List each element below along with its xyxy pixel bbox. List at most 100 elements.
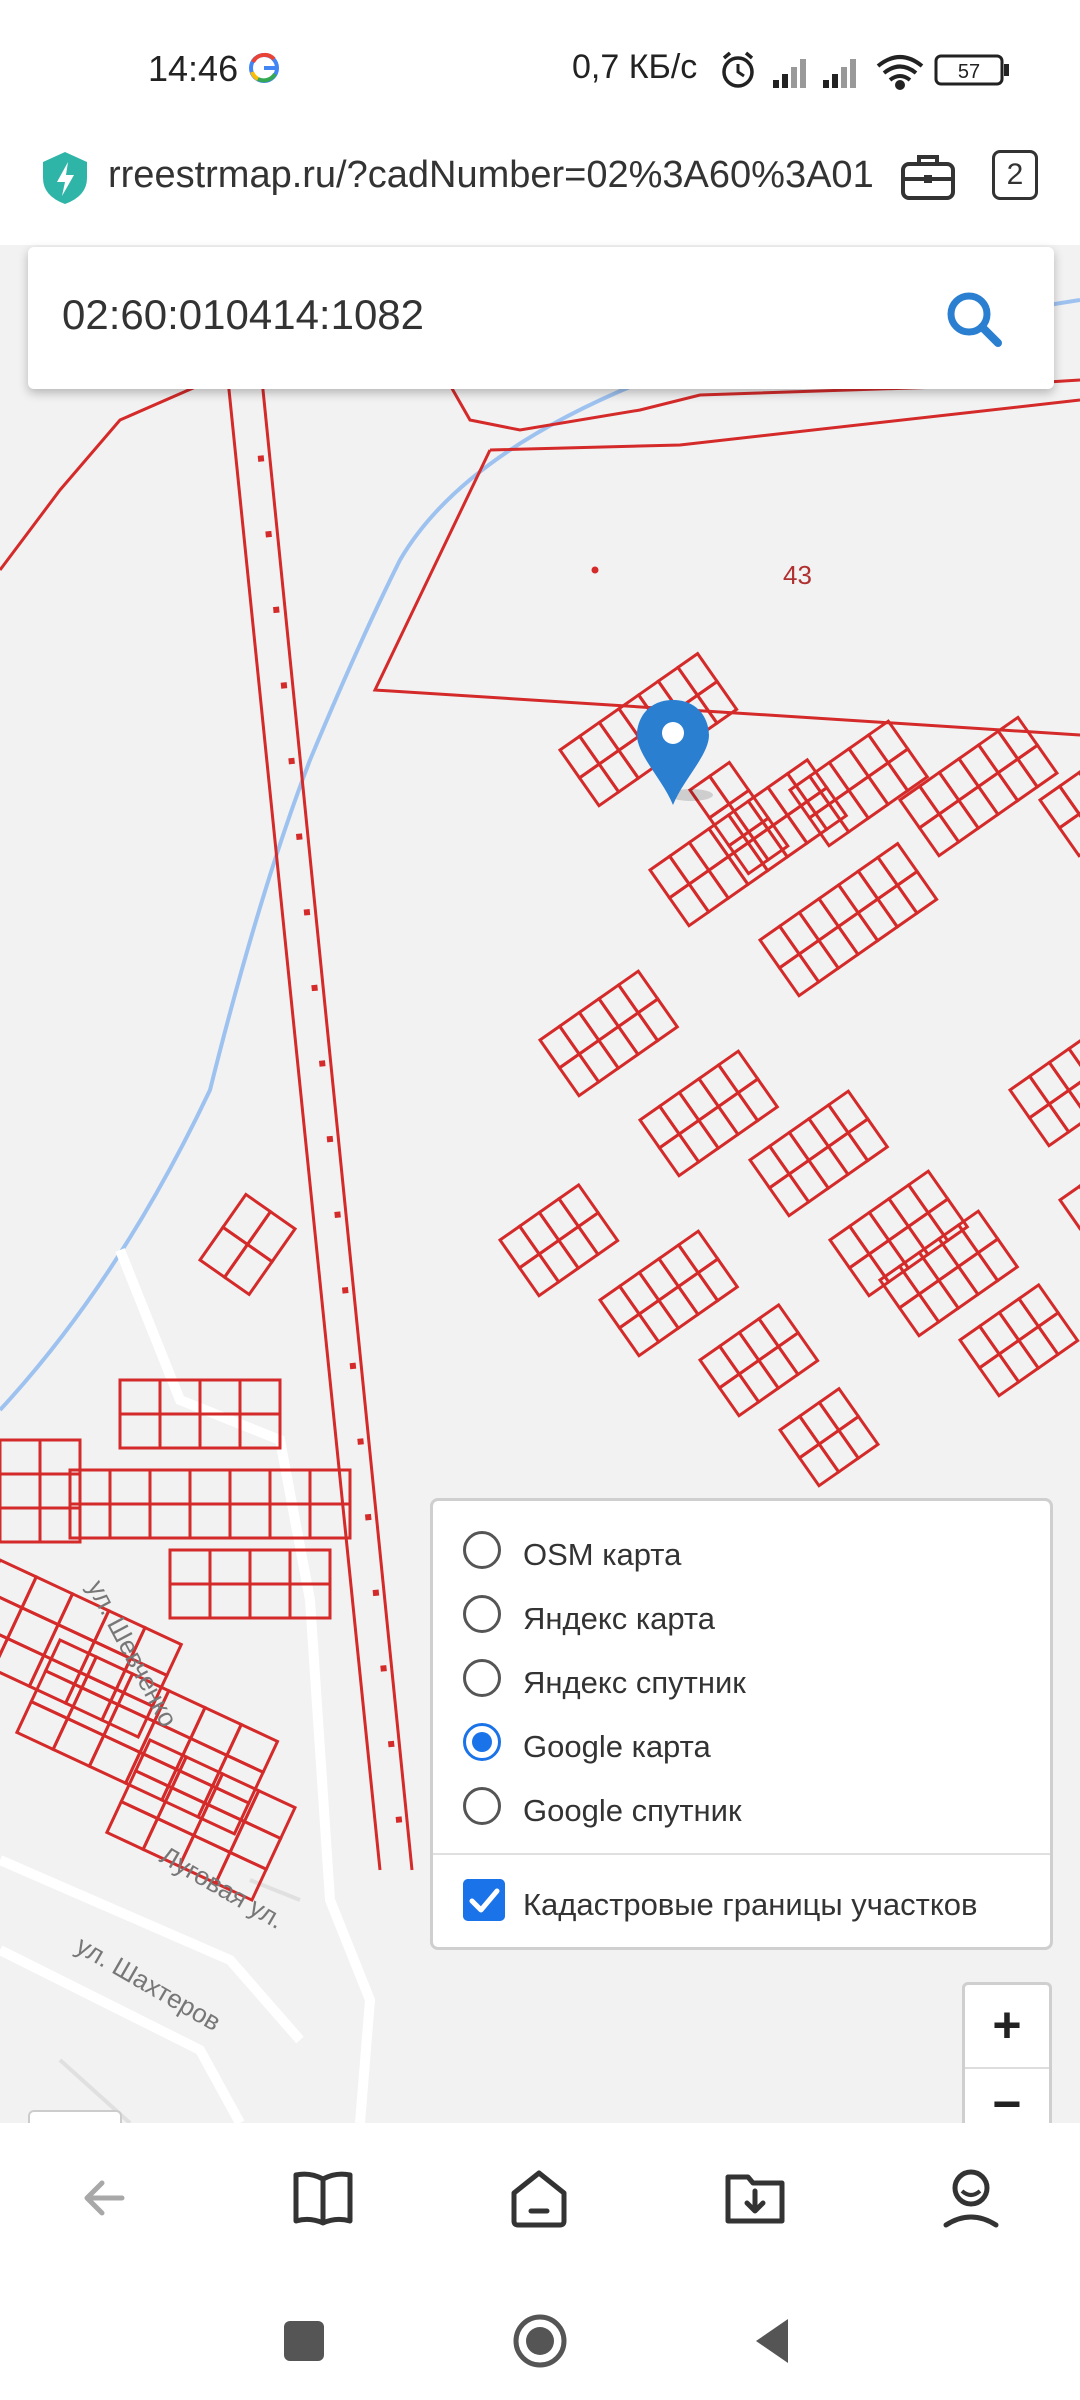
parcel-cell	[208, 1548, 252, 1586]
parcel-block	[1057, 1170, 1080, 1258]
briefcase-icon[interactable]	[900, 152, 956, 202]
system-nav-bar	[0, 2273, 1080, 2400]
parcel-cell	[0, 1438, 42, 1476]
parcel-cell	[228, 1468, 272, 1506]
parcel-cell	[675, 651, 720, 698]
parcel-cell	[996, 715, 1040, 762]
recents-icon[interactable]	[274, 2311, 334, 2371]
downloads-icon[interactable]	[720, 2163, 790, 2233]
back-triangle-icon[interactable]	[744, 2311, 804, 2371]
parcel-cell	[108, 1468, 152, 1506]
parcel-block	[537, 969, 680, 1098]
parcel-cell	[0, 1506, 42, 1544]
radio-google-satellite[interactable]	[463, 1787, 501, 1825]
browser-toolbar	[0, 2123, 1080, 2273]
radio-osm[interactable]	[463, 1531, 501, 1569]
parcel-cell	[1047, 1088, 1080, 1135]
url-text[interactable]: rreestrmap.ru/?cadNumber=02%3A60%3A01	[108, 154, 874, 197]
parcel-cell	[308, 1468, 352, 1506]
parcel-cell	[63, 1670, 119, 1723]
parcel-cell	[188, 1705, 244, 1758]
cadastral-checkbox-label[interactable]: Кадастровые границы участков	[523, 1887, 978, 1923]
book-icon[interactable]	[288, 2163, 358, 2233]
search-input[interactable]: 02:60:010414:1082	[62, 291, 424, 339]
parcel-cell	[836, 1414, 881, 1461]
layer-label-google-map: Google карта	[523, 1729, 711, 1764]
parcel-block	[787, 719, 930, 848]
parcel-cell	[148, 1468, 192, 1506]
profile-icon[interactable]	[936, 2163, 1006, 2233]
home-icon[interactable]	[504, 2163, 574, 2233]
home-circle-icon[interactable]	[510, 2311, 570, 2371]
search-icon[interactable]	[944, 289, 1004, 349]
parcel-block	[687, 760, 790, 876]
parcel-cell	[976, 1236, 1020, 1283]
parcel-cell	[248, 1582, 292, 1620]
shield-icon[interactable]	[40, 150, 90, 206]
parcel-cell	[188, 1502, 232, 1540]
parcel-block	[697, 1302, 820, 1418]
battery-icon: 57	[934, 54, 1009, 86]
layer-option-google-satellite[interactable]: Google спутник	[463, 1787, 1043, 1837]
google-icon	[249, 52, 279, 83]
road	[0, 1855, 304, 2044]
address-bar[interactable]: rreestrmap.ru/?cadNumber=02%3A60%3A01 2	[0, 130, 1080, 245]
parcel-cell	[1057, 811, 1080, 858]
parcel-block	[497, 1182, 620, 1298]
parcel-cell	[556, 1182, 601, 1229]
parcel-block	[757, 841, 939, 998]
status-icons: 57	[722, 51, 1009, 90]
parcel-cell	[716, 1049, 760, 1095]
parcel-cell	[895, 869, 939, 916]
parcel-block	[597, 1229, 740, 1358]
parcel-cell	[0, 1472, 42, 1510]
radio-google-map[interactable]	[463, 1723, 501, 1761]
parcel-cell	[248, 1548, 292, 1586]
zoom-out-button[interactable]: −	[965, 2069, 1049, 2123]
parcel-cell	[846, 1116, 890, 1163]
parcel-block	[1037, 756, 1080, 858]
search-box[interactable]: 02:60:010414:1082	[28, 247, 1054, 389]
parcel-cell	[51, 1716, 106, 1769]
parcel-cell	[696, 1256, 740, 1303]
parcel-block-settlement	[0, 1438, 82, 1544]
parcel-cell	[1015, 743, 1060, 789]
layer-option-google-map[interactable]: Google карта	[463, 1723, 1043, 1773]
panel-divider	[433, 1853, 1050, 1855]
layer-option-yandex-satellite[interactable]: Яндекс спутник	[463, 1659, 1043, 1709]
radio-yandex-satellite[interactable]	[463, 1659, 501, 1697]
parcel-cell	[636, 996, 680, 1043]
layer-label-google-satellite: Google спутник	[523, 1793, 742, 1828]
parcel-cell	[19, 1574, 75, 1627]
parcel-block-settlement	[118, 1378, 282, 1450]
parcel-cell	[188, 1468, 232, 1506]
parcel-cell	[1036, 1310, 1080, 1357]
layer-option-osm[interactable]: OSM карта	[463, 1531, 1043, 1581]
parcel-cell	[5, 1605, 61, 1658]
river-line	[0, 298, 1080, 1412]
tabs-count-button[interactable]: 2	[992, 150, 1038, 200]
parcel-cell	[238, 1378, 282, 1416]
signal-icon-1	[773, 59, 806, 88]
parcel-cell	[43, 1638, 99, 1690]
parcel-cell	[104, 1799, 160, 1852]
parcel-cell	[676, 1229, 720, 1275]
parcel-cell	[906, 1169, 950, 1215]
radio-yandex-map[interactable]	[463, 1595, 501, 1633]
parcel-block	[777, 1386, 881, 1488]
parcel-block-settlement	[68, 1468, 352, 1540]
parcel-cell	[576, 1210, 620, 1257]
parcel-block	[897, 715, 1060, 858]
zoom-in-button[interactable]: +	[965, 1985, 1049, 2065]
parcel-block	[957, 1282, 1080, 1398]
layer-option-yandex-map[interactable]: Яндекс карта	[463, 1595, 1043, 1645]
wifi-icon	[876, 55, 924, 90]
cadastral-checkbox[interactable]	[463, 1879, 505, 1921]
parcel-cell	[14, 1699, 70, 1752]
back-icon[interactable]	[72, 2163, 142, 2233]
layer-label-yandex-satellite: Яндекс спутник	[523, 1665, 746, 1700]
status-time: 14:46	[148, 48, 239, 89]
layer-label-osm: OSM карта	[523, 1537, 682, 1572]
parcel-label: 43	[783, 560, 812, 590]
layer-switcher: OSM карта Яндекс карта Яндекс спутник Go…	[430, 1498, 1053, 1950]
